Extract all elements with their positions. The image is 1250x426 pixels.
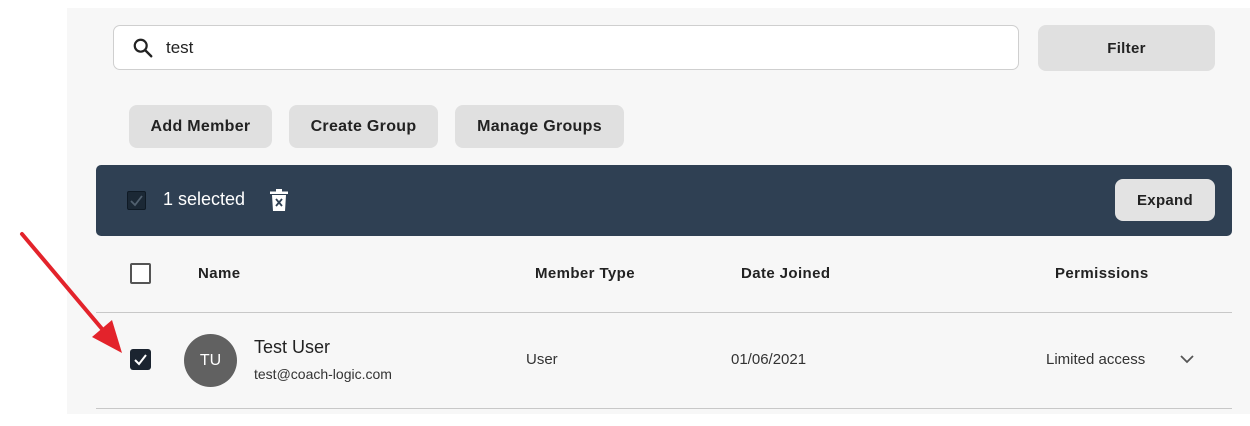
manage-groups-button[interactable]: Manage Groups	[455, 105, 624, 148]
selection-bar: 1 selected Expand	[96, 165, 1232, 236]
column-header-member-type[interactable]: Member Type	[535, 265, 635, 282]
user-name: Test User	[254, 337, 331, 357]
annotation-arrow-icon	[20, 232, 122, 353]
create-group-button[interactable]: Create Group	[289, 105, 438, 148]
column-header-date-joined[interactable]: Date Joined	[741, 265, 830, 282]
member-type-cell: User	[526, 351, 558, 368]
avatar: TU	[184, 334, 237, 387]
trash-icon[interactable]	[270, 189, 288, 211]
header-divider	[96, 312, 1232, 313]
permissions-cell: Limited access	[1046, 351, 1146, 368]
search-box[interactable]	[113, 25, 1019, 70]
expand-button[interactable]: Expand	[1115, 179, 1215, 221]
search-input[interactable]	[166, 34, 986, 62]
row-divider	[96, 408, 1232, 409]
column-header-permissions[interactable]: Permissions	[1055, 265, 1149, 282]
filter-button[interactable]: Filter	[1038, 25, 1215, 71]
user-email: test@coach-logic.com	[254, 366, 392, 382]
date-joined-cell: 01/06/2021	[731, 351, 807, 368]
column-header-name[interactable]: Name	[198, 265, 240, 282]
chevron-down-icon[interactable]	[1178, 350, 1196, 368]
